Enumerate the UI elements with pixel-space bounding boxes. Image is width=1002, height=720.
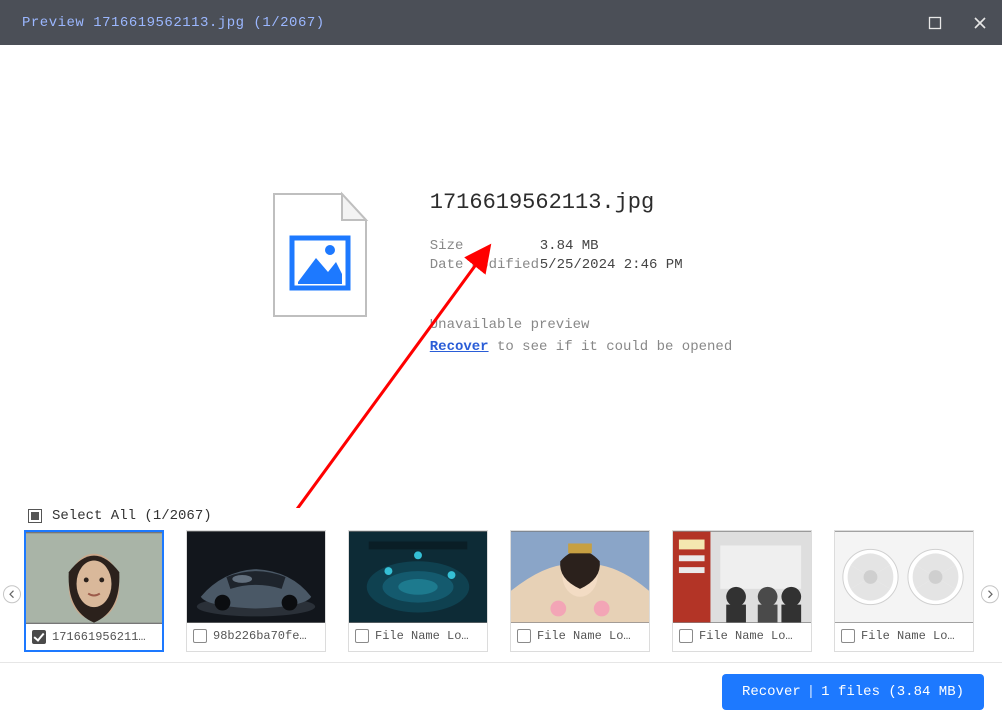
- thumbnail-checkbox[interactable]: [679, 629, 693, 643]
- window-controls: [912, 0, 1002, 45]
- thumbnail-caption: File Name Lo…: [349, 623, 487, 649]
- thumbnail[interactable]: File Name Lo…: [834, 530, 974, 652]
- thumbnail-image: [673, 531, 811, 623]
- thumbnail-caption: 98b226ba70fe…: [187, 623, 325, 649]
- size-label: Size: [430, 237, 540, 256]
- close-icon: [973, 16, 987, 30]
- thumbnail-label: 98b226ba70fe…: [213, 629, 319, 643]
- thumbnail-caption: File Name Lo…: [511, 623, 649, 649]
- footer: Recover | 1 files (3.84 MB): [0, 662, 1002, 720]
- maximize-icon: [928, 16, 942, 30]
- thumbnail-label: File Name Lo…: [699, 629, 805, 643]
- thumbnail-label: 171661956211…: [52, 630, 156, 644]
- file-icon: [270, 190, 370, 320]
- close-button[interactable]: [957, 0, 1002, 45]
- thumbnail-image: [835, 531, 973, 623]
- thumbnail[interactable]: 171661956211…: [24, 530, 164, 652]
- thumbnail-checkbox[interactable]: [193, 629, 207, 643]
- thumbnail-image: [26, 532, 162, 624]
- thumbnail-strip: 171661956211… 98b226ba70fe… File Name Lo… F…: [0, 530, 1002, 662]
- recover-button-summary: 1 files (3.84 MB): [821, 684, 964, 700]
- titlebar: Preview 1716619562113.jpg (1/2067): [0, 0, 1002, 45]
- chevron-left-icon: [8, 590, 16, 598]
- thumbnail-label: File Name Lo…: [861, 629, 967, 643]
- recover-link[interactable]: Recover: [430, 339, 489, 355]
- thumbnail-checkbox[interactable]: [355, 629, 369, 643]
- thumbnail[interactable]: File Name Lo…: [510, 530, 650, 652]
- thumbnail-checkbox[interactable]: [32, 630, 46, 644]
- preview-area: 1716619562113.jpg Size 3.84 MB Date Modi…: [0, 45, 1002, 508]
- modified-label: Date Modified: [430, 256, 540, 275]
- thumbnail-image: [511, 531, 649, 623]
- filename: 1716619562113.jpg: [430, 190, 732, 215]
- thumbnail-checkbox[interactable]: [841, 629, 855, 643]
- thumbnail-image: [187, 531, 325, 623]
- recover-suffix: to see if it could be opened: [489, 339, 733, 355]
- strip-header: Select All (1/2067): [0, 508, 1002, 530]
- strip-next-button[interactable]: [981, 585, 999, 603]
- recover-button-label: Recover: [742, 684, 801, 700]
- select-all-label: Select All (1/2067): [52, 508, 212, 524]
- thumbnail[interactable]: 98b226ba70fe…: [186, 530, 326, 652]
- size-value: 3.84 MB: [540, 237, 599, 256]
- modified-row: Date Modified 5/25/2024 2:46 PM: [430, 256, 732, 275]
- thumbnail[interactable]: File Name Lo…: [348, 530, 488, 652]
- recover-line: Recover to see if it could be opened: [430, 339, 732, 355]
- thumbnail-caption: File Name Lo…: [835, 623, 973, 649]
- select-all-checkbox[interactable]: [28, 509, 42, 523]
- window-title: Preview 1716619562113.jpg (1/2067): [22, 15, 325, 31]
- thumbnail-label: File Name Lo…: [375, 629, 481, 643]
- recover-button[interactable]: Recover | 1 files (3.84 MB): [722, 674, 984, 710]
- thumbnail-label: File Name Lo…: [537, 629, 643, 643]
- thumbnail-image: [349, 531, 487, 623]
- strip-prev-button[interactable]: [3, 585, 21, 603]
- file-metadata: 1716619562113.jpg Size 3.84 MB Date Modi…: [430, 190, 732, 355]
- thumbnail-caption: File Name Lo…: [673, 623, 811, 649]
- unavailable-label: Unavailable preview: [430, 317, 732, 333]
- thumbnail[interactable]: File Name Lo…: [672, 530, 812, 652]
- maximize-button[interactable]: [912, 0, 957, 45]
- size-row: Size 3.84 MB: [430, 237, 732, 256]
- chevron-right-icon: [986, 590, 994, 598]
- thumbnail-caption: 171661956211…: [26, 624, 162, 650]
- modified-value: 5/25/2024 2:46 PM: [540, 256, 683, 275]
- thumbnail-checkbox[interactable]: [517, 629, 531, 643]
- separator: |: [807, 684, 815, 700]
